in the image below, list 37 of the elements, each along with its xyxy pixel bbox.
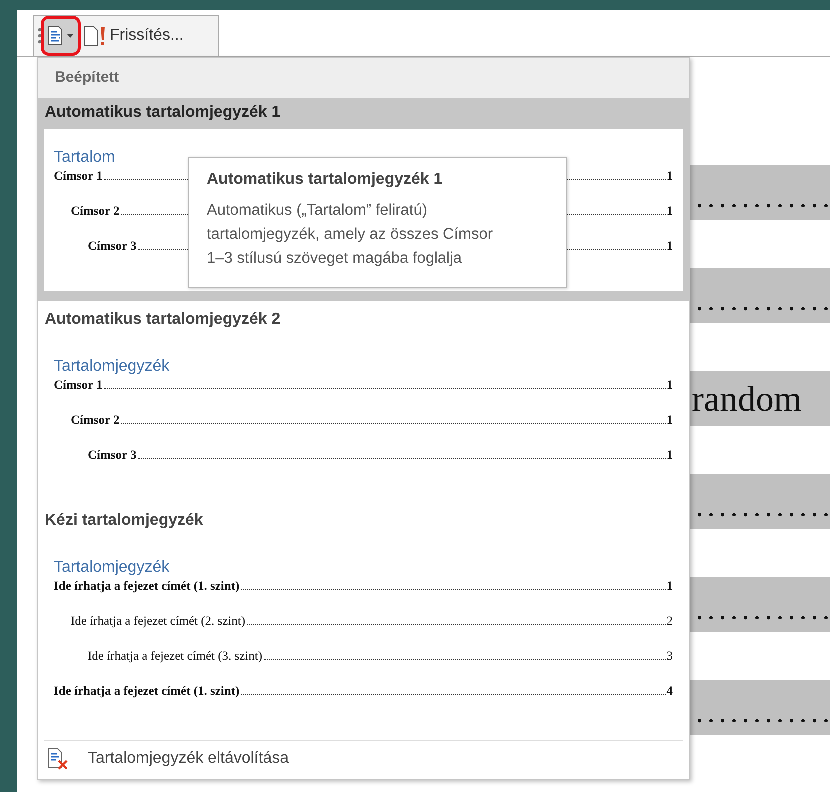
page-number: 4 (666, 685, 673, 698)
page-exclamation-icon (84, 26, 106, 46)
table-of-contents-button[interactable] (44, 19, 78, 53)
page-number: 3 (666, 650, 673, 663)
toc-entry-text: Ide írhatja a fejezet címét (1. szint) (54, 580, 240, 593)
preview-heading: Tartalom (54, 149, 116, 167)
page-number: 1 (666, 205, 673, 218)
option-title: Automatikus tartalomjegyzék 2 (44, 310, 282, 330)
page-delete-icon (48, 748, 68, 770)
preview-heading: Tartalomjegyzék (54, 358, 171, 376)
page-number: 1 (666, 414, 673, 427)
tooltip-description: Automatikus („Tartalom” feliratú) tartalomjegyzék, amely az összes Címsor 1–3 stílusú szöveget magába foglalja (207, 201, 494, 269)
menu-group-header: Beépített (38, 58, 689, 98)
option-title: Automatikus tartalomjegyzék 1 (44, 103, 282, 123)
toc-entry-text: Ide írhatja a fejezet címét (1. szint) (54, 685, 240, 698)
toc-entry-text: Címsor 2 (71, 414, 120, 427)
toc-entry-text: Címsor 1 (54, 170, 103, 183)
toc-entry-text: Címsor 1 (54, 379, 103, 392)
page-number: 2 (666, 615, 673, 628)
toc-entry-text: Címsor 3 (88, 449, 137, 462)
page-number: 1 (666, 170, 673, 183)
caret-icon (67, 34, 74, 38)
page-number: 1 (666, 379, 673, 392)
remove-table-menu-item[interactable]: Tartalomjegyzék eltávolítása (44, 740, 683, 779)
tooltip-title: Automatikus tartalomjegyzék 1 (207, 171, 444, 189)
toc-entry-text: Címsor 2 (71, 205, 120, 218)
page-number: 1 (666, 580, 673, 593)
document-list-icon (48, 26, 63, 46)
page-number: 1 (666, 449, 673, 462)
grip-handle-icon (38, 27, 42, 45)
heading-text: random (692, 378, 802, 420)
toc-entry-text: Címsor 3 (88, 240, 137, 253)
page-number: 1 (666, 240, 673, 253)
toc-entry-text: Ide írhatja a fejezet címét (2. szint) (71, 615, 246, 628)
option-title: Kézi tartalomjegyzék (44, 511, 204, 531)
preview-heading: Tartalomjegyzék (54, 559, 171, 577)
toc-entry-text: Ide írhatja a fejezet címét (3. szint) (88, 650, 263, 663)
